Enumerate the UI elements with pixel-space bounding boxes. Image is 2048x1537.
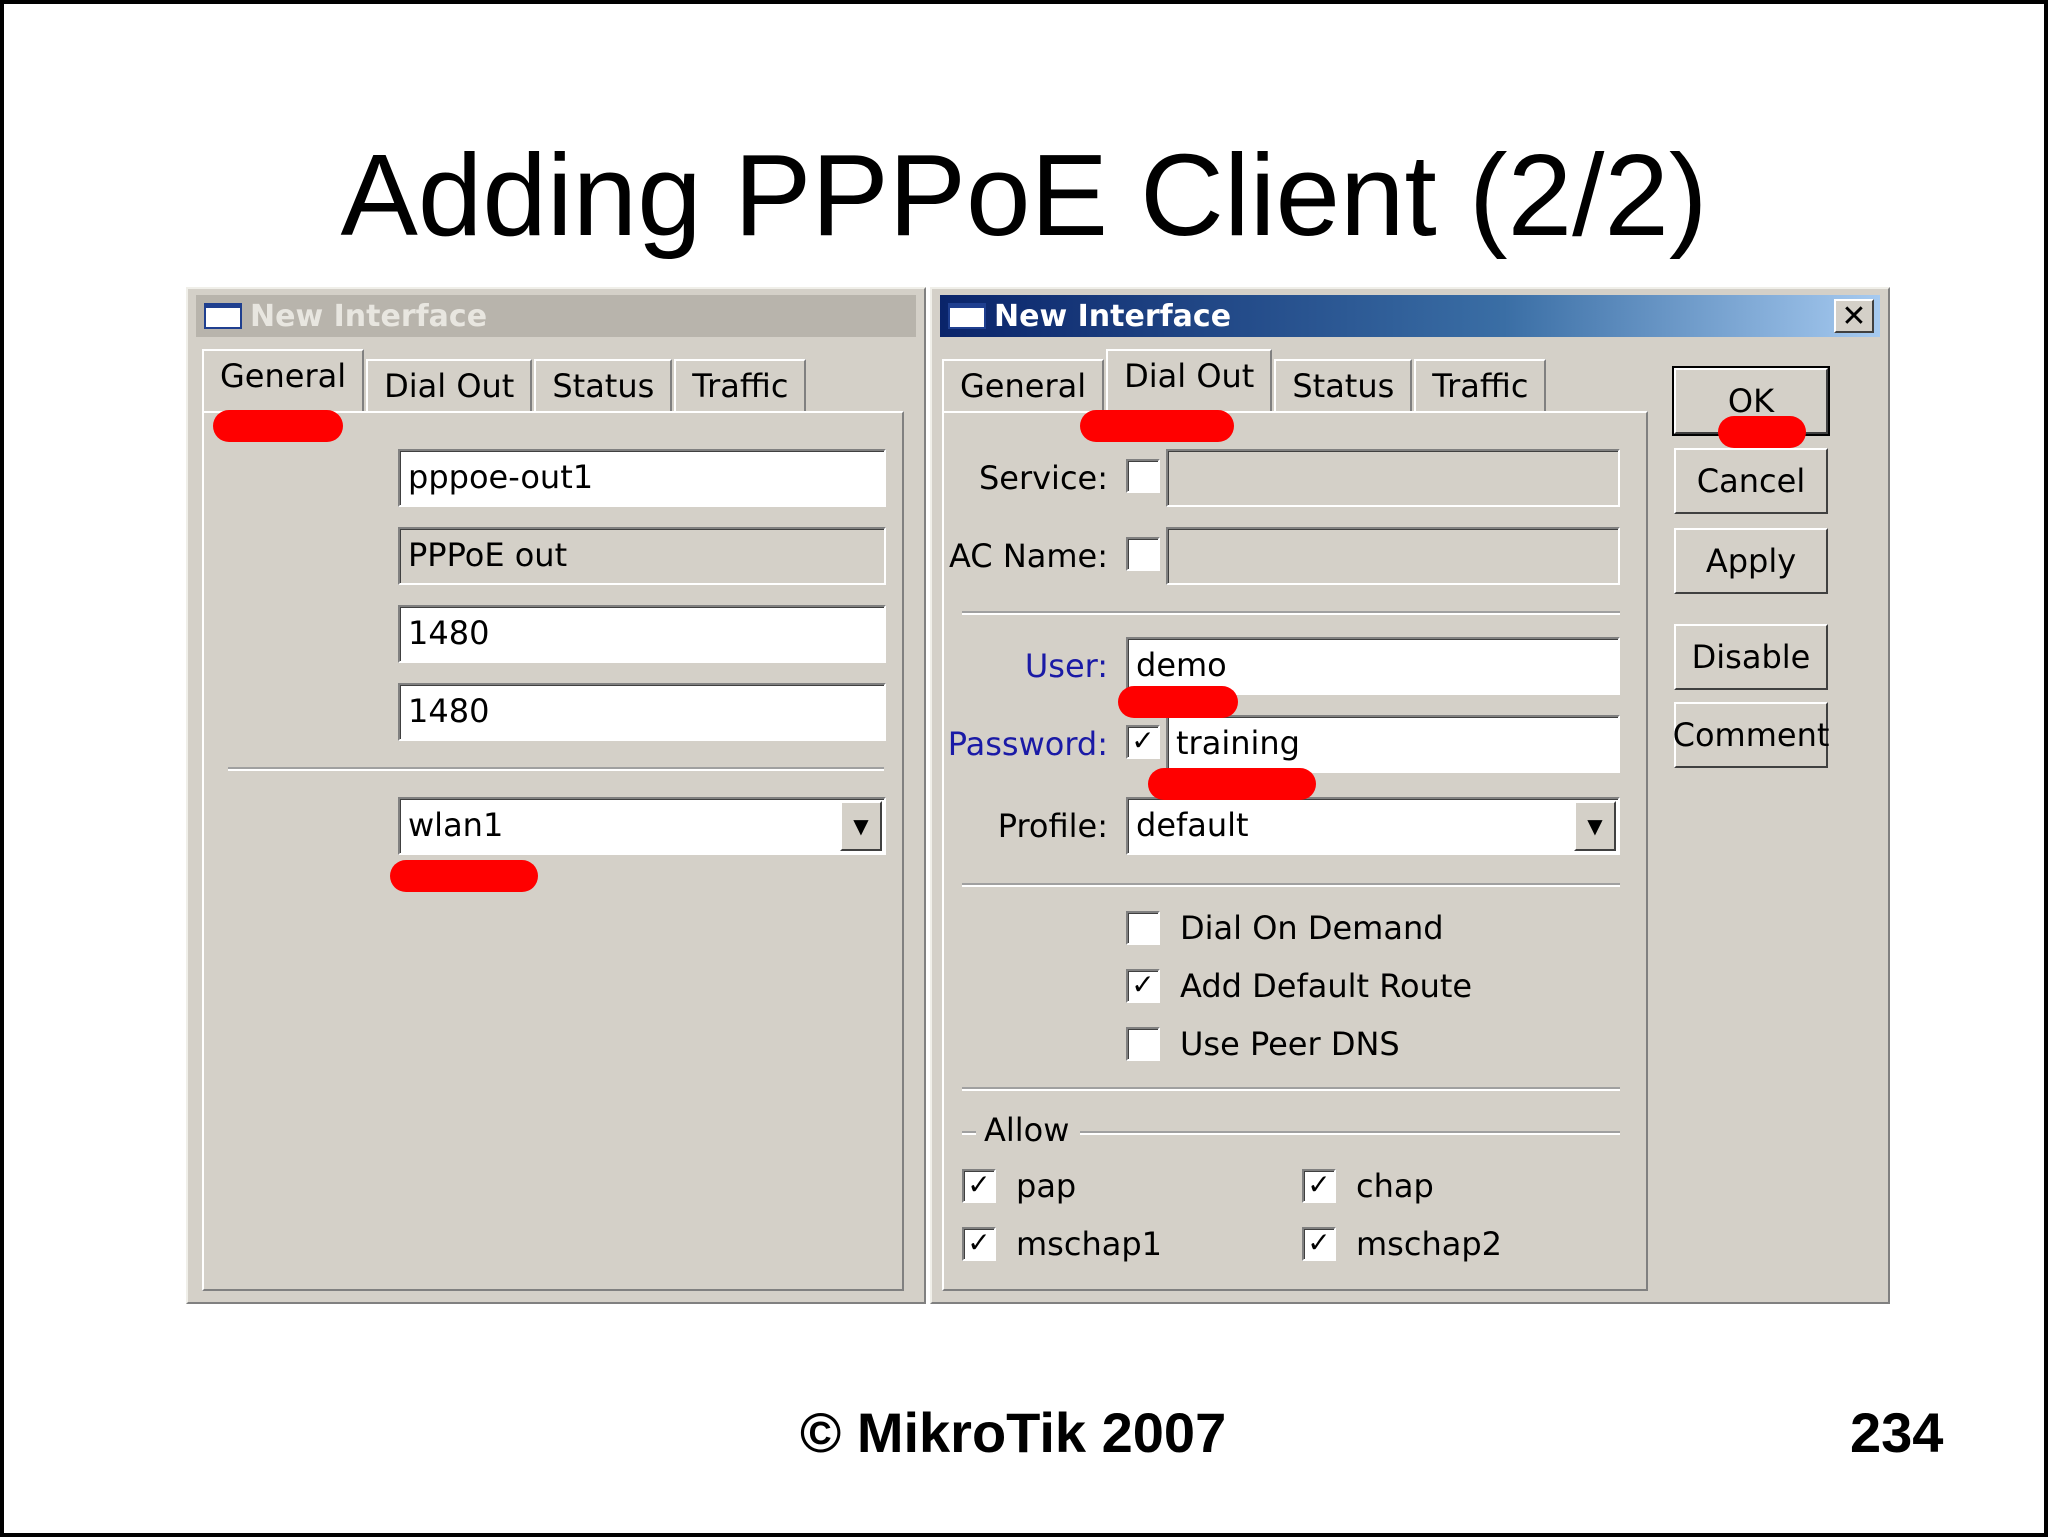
disable-button[interactable]: Disable xyxy=(1674,624,1828,690)
interface-dropdown[interactable]: wlan1 ▼ xyxy=(398,797,886,855)
highlight-mark xyxy=(1148,768,1316,800)
separator xyxy=(962,611,1620,615)
mschap1-label: mschap1 xyxy=(1016,1225,1162,1263)
right-window-titlebar[interactable]: New Interface ✕ xyxy=(940,295,1880,337)
profile-value: default xyxy=(1136,806,1249,844)
left-tabbar: General Dial Out Status Traffic xyxy=(202,349,808,411)
left-window-title: New Interface xyxy=(250,298,488,334)
dial-on-demand-label: Dial On Demand xyxy=(1180,909,1444,947)
tab-general[interactable]: General xyxy=(202,349,365,411)
highlight-mark xyxy=(390,860,538,892)
highlight-mark xyxy=(213,410,343,442)
separator xyxy=(962,883,1620,887)
window-icon xyxy=(204,303,242,329)
left-window-titlebar[interactable]: New Interface xyxy=(196,295,916,337)
service-checkbox[interactable] xyxy=(1126,459,1160,493)
ac-name-checkbox[interactable] xyxy=(1126,537,1160,571)
highlight-mark xyxy=(1118,686,1238,718)
pap-checkbox[interactable]: ✓ xyxy=(962,1169,996,1203)
highlight-mark xyxy=(1718,416,1806,448)
ac-name-label: AC Name: xyxy=(948,537,1108,575)
chevron-down-icon[interactable]: ▼ xyxy=(840,801,882,851)
use-peer-dns-label: Use Peer DNS xyxy=(1180,1025,1400,1063)
tab-status[interactable]: Status xyxy=(534,359,673,411)
dial-on-demand-checkbox[interactable] xyxy=(1126,911,1160,945)
interface-value: wlan1 xyxy=(408,806,504,844)
tab-general[interactable]: General xyxy=(942,359,1105,411)
allow-group-label: Allow xyxy=(984,1111,1070,1149)
chap-checkbox[interactable]: ✓ xyxy=(1302,1169,1336,1203)
close-icon[interactable]: ✕ xyxy=(1834,299,1874,334)
profile-label: Profile: xyxy=(997,807,1108,845)
name-field[interactable]: pppoe-out1 xyxy=(398,449,886,507)
type-field: PPPoE out xyxy=(398,527,886,585)
tab-status[interactable]: Status xyxy=(1274,359,1413,411)
apply-button[interactable]: Apply xyxy=(1674,528,1828,594)
tab-dial-out[interactable]: Dial Out xyxy=(366,359,533,411)
service-field[interactable] xyxy=(1166,449,1620,507)
window-icon xyxy=(948,303,986,329)
password-field[interactable]: training xyxy=(1166,715,1620,773)
slide-title: Adding PPPoE Client (2/2) xyxy=(340,130,1708,260)
right-window-title: New Interface xyxy=(994,298,1232,334)
mschap1-checkbox[interactable]: ✓ xyxy=(962,1227,996,1261)
user-label: User: xyxy=(1024,647,1108,685)
chevron-down-icon[interactable]: ▼ xyxy=(1574,801,1616,851)
max-mru-field[interactable]: 1480 xyxy=(398,683,886,741)
highlight-mark xyxy=(1080,410,1234,442)
max-mtu-field[interactable]: 1480 xyxy=(398,605,886,663)
password-checkbox[interactable]: ✓ xyxy=(1126,725,1160,759)
copyright: © MikroTik 2007 xyxy=(800,1401,1227,1464)
tab-traffic[interactable]: Traffic xyxy=(1414,359,1547,411)
comment-button[interactable]: Comment xyxy=(1673,702,1829,768)
right-tabbar: General Dial Out Status Traffic xyxy=(942,349,1548,411)
use-peer-dns-checkbox[interactable] xyxy=(1126,1027,1160,1061)
ac-name-field[interactable] xyxy=(1166,527,1620,585)
page-number: 234 xyxy=(1850,1401,1944,1464)
separator xyxy=(228,767,884,771)
service-label: Service: xyxy=(978,459,1108,497)
tab-traffic[interactable]: Traffic xyxy=(674,359,807,411)
mschap2-checkbox[interactable]: ✓ xyxy=(1302,1227,1336,1261)
cancel-button[interactable]: Cancel xyxy=(1674,448,1828,514)
tab-dial-out[interactable]: Dial Out xyxy=(1106,349,1273,411)
allow-group-line xyxy=(1080,1131,1620,1135)
pap-label: pap xyxy=(1016,1167,1077,1205)
mschap2-label: mschap2 xyxy=(1356,1225,1502,1263)
add-default-route-checkbox[interactable]: ✓ xyxy=(1126,969,1160,1003)
chap-label: chap xyxy=(1356,1167,1434,1205)
add-default-route-label: Add Default Route xyxy=(1180,967,1473,1005)
separator xyxy=(962,1087,1620,1091)
profile-dropdown[interactable]: default ▼ xyxy=(1126,797,1620,855)
password-label: Password: xyxy=(947,725,1108,763)
allow-group-line xyxy=(962,1131,976,1135)
